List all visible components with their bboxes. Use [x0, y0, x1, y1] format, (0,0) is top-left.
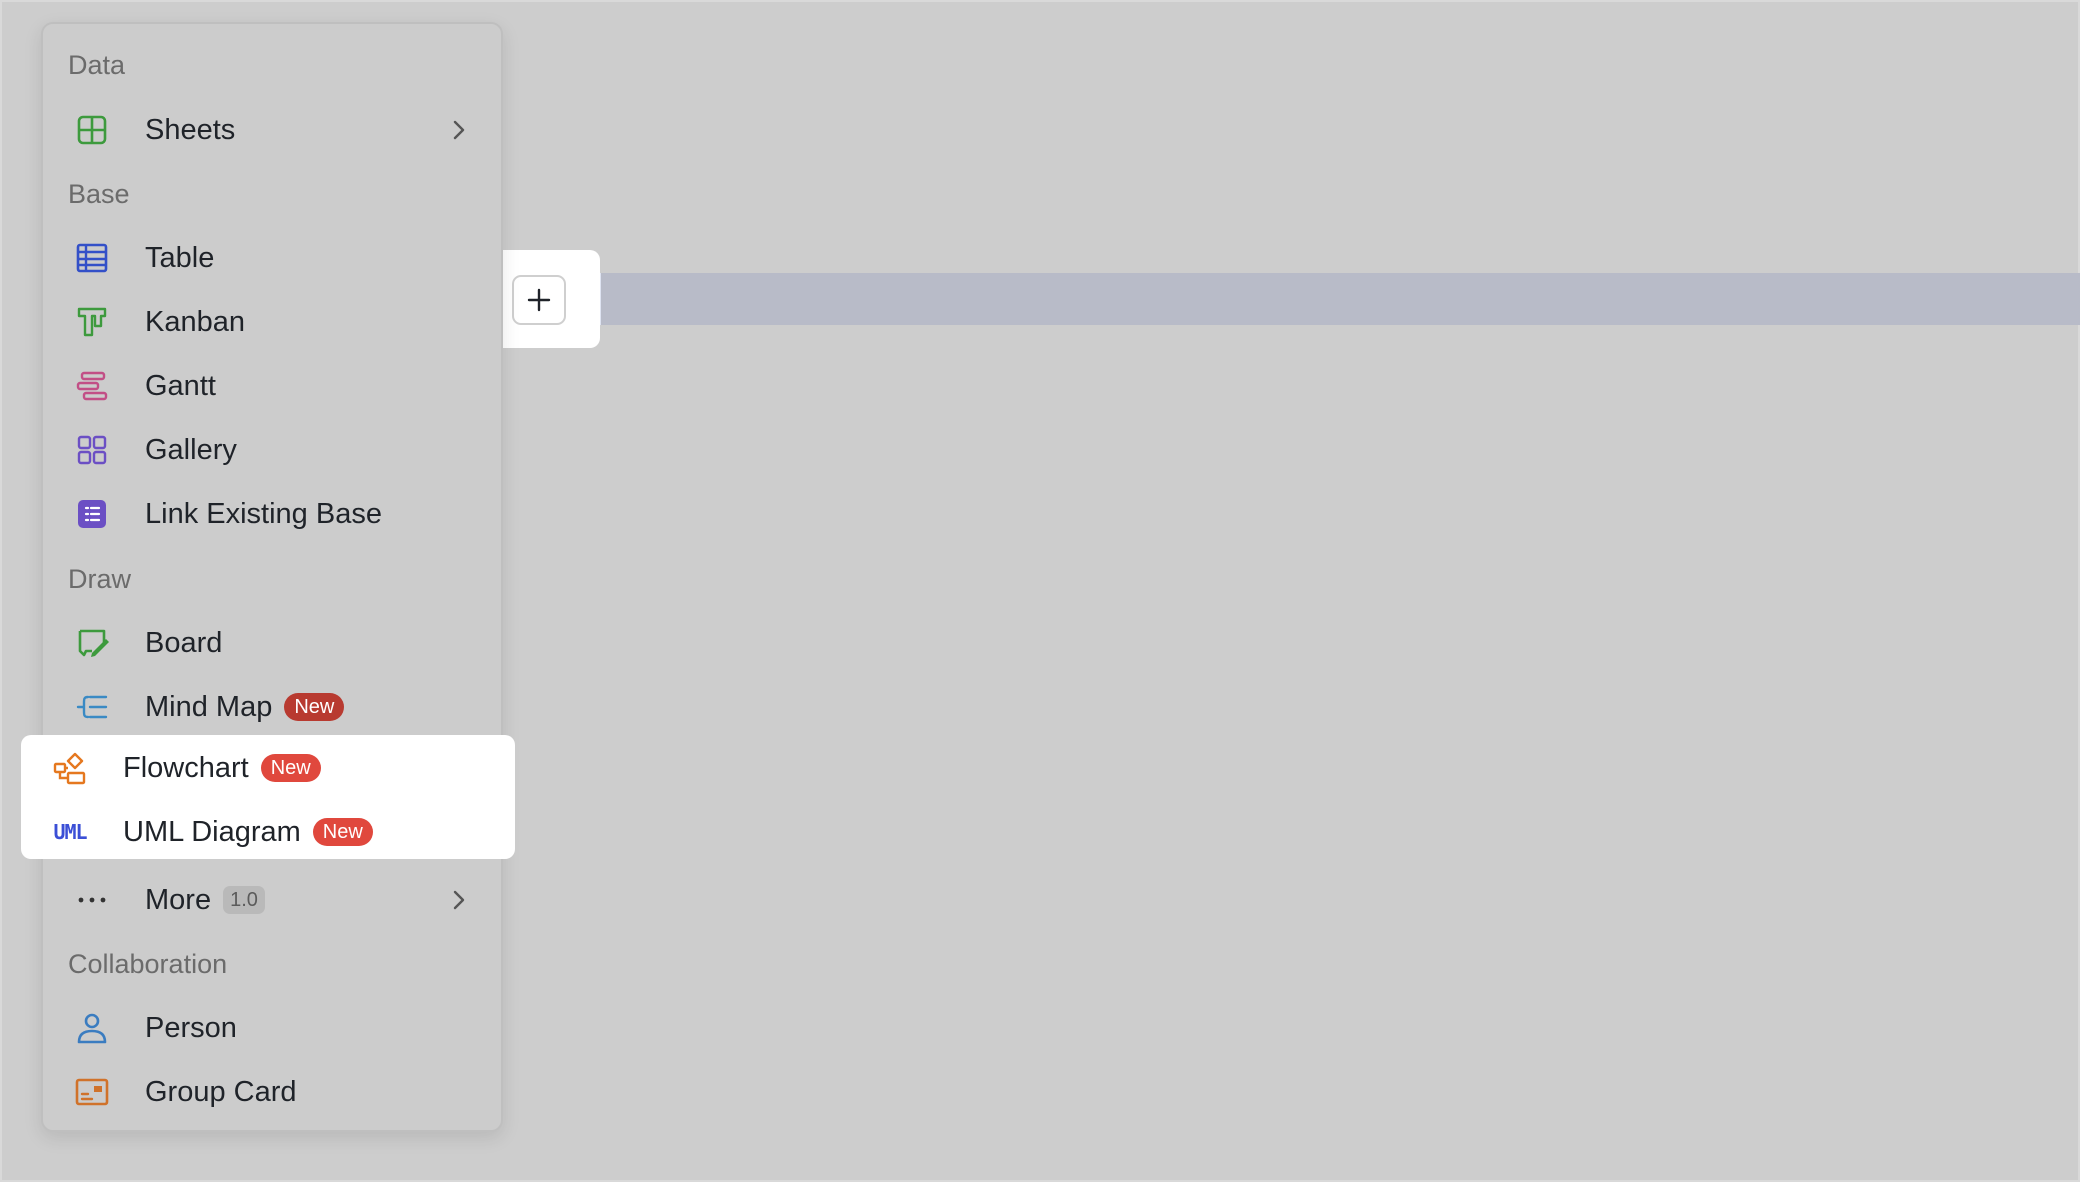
menu-item-label: Table: [145, 241, 215, 274]
kanban-icon: [72, 302, 112, 342]
add-block-button[interactable]: [512, 275, 566, 325]
menu-item-group-card[interactable]: Group Card: [65, 1062, 485, 1122]
menu-item-more[interactable]: More 1.0: [65, 870, 485, 930]
menu-item-link-existing-base[interactable]: Link Existing Base: [65, 484, 485, 544]
section-base: Base: [68, 179, 130, 209]
insert-menu: Data Sheets Base Table Kanban Gantt Gall…: [41, 22, 503, 1132]
menu-item-gantt[interactable]: Gantt: [65, 356, 485, 416]
plus-icon: [527, 288, 551, 312]
flowchart-icon: [50, 748, 90, 788]
menu-item-label: Group Card: [145, 1075, 297, 1108]
menu-item-label: Kanban: [145, 305, 245, 338]
menu-item-flowchart[interactable]: Flowchart New: [43, 738, 463, 798]
menu-item-board[interactable]: Board: [65, 613, 485, 673]
menu-item-gallery[interactable]: Gallery: [65, 420, 485, 480]
chevron-right-icon: [453, 120, 465, 140]
gantt-icon: [72, 366, 112, 406]
menu-item-label: Person: [145, 1011, 237, 1044]
new-badge: New: [260, 754, 321, 782]
table-icon: [72, 238, 112, 278]
board-icon: [72, 623, 112, 663]
uml-icon-text: UML: [53, 820, 87, 844]
menu-item-table[interactable]: Table: [65, 228, 485, 288]
menu-item-mind-map[interactable]: Mind Map New: [65, 677, 485, 737]
menu-item-sheets[interactable]: Sheets: [65, 100, 485, 160]
gallery-icon: [72, 430, 112, 470]
insert-block-highlight: [486, 250, 600, 348]
chevron-right-icon: [453, 890, 465, 910]
menu-item-label: Mind Map: [145, 690, 273, 723]
section-collaboration: Collaboration: [68, 949, 228, 979]
version-badge: 1.0: [223, 886, 265, 914]
highlighted-items-panel: Flowchart New UML UML Diagram New: [21, 735, 515, 859]
sheets-icon: [72, 110, 112, 150]
mind-map-icon: [72, 687, 112, 727]
new-badge: New: [312, 818, 373, 846]
more-dots-icon: [72, 880, 112, 920]
menu-item-label: Board: [145, 626, 223, 659]
menu-item-person[interactable]: Person: [65, 998, 485, 1058]
section-data: Data: [68, 50, 126, 80]
group-card-icon: [72, 1072, 112, 1112]
person-icon: [72, 1008, 112, 1048]
menu-item-label: UML Diagram: [123, 815, 301, 848]
menu-item-label: Flowchart: [123, 751, 249, 784]
menu-item-label: Gantt: [145, 369, 216, 402]
base-link-icon: [72, 494, 112, 534]
menu-item-label: Link Existing Base: [145, 497, 382, 530]
menu-item-label: More: [145, 883, 212, 916]
uml-icon: UML: [50, 812, 90, 852]
selected-row-lane: [577, 273, 2080, 325]
new-badge: New: [284, 693, 345, 721]
menu-item-label: Gallery: [145, 433, 237, 466]
menu-item-uml-diagram[interactable]: UML UML Diagram New: [43, 802, 463, 862]
menu-item-label: Sheets: [145, 113, 236, 146]
menu-item-kanban[interactable]: Kanban: [65, 292, 485, 352]
section-draw: Draw: [68, 564, 132, 594]
